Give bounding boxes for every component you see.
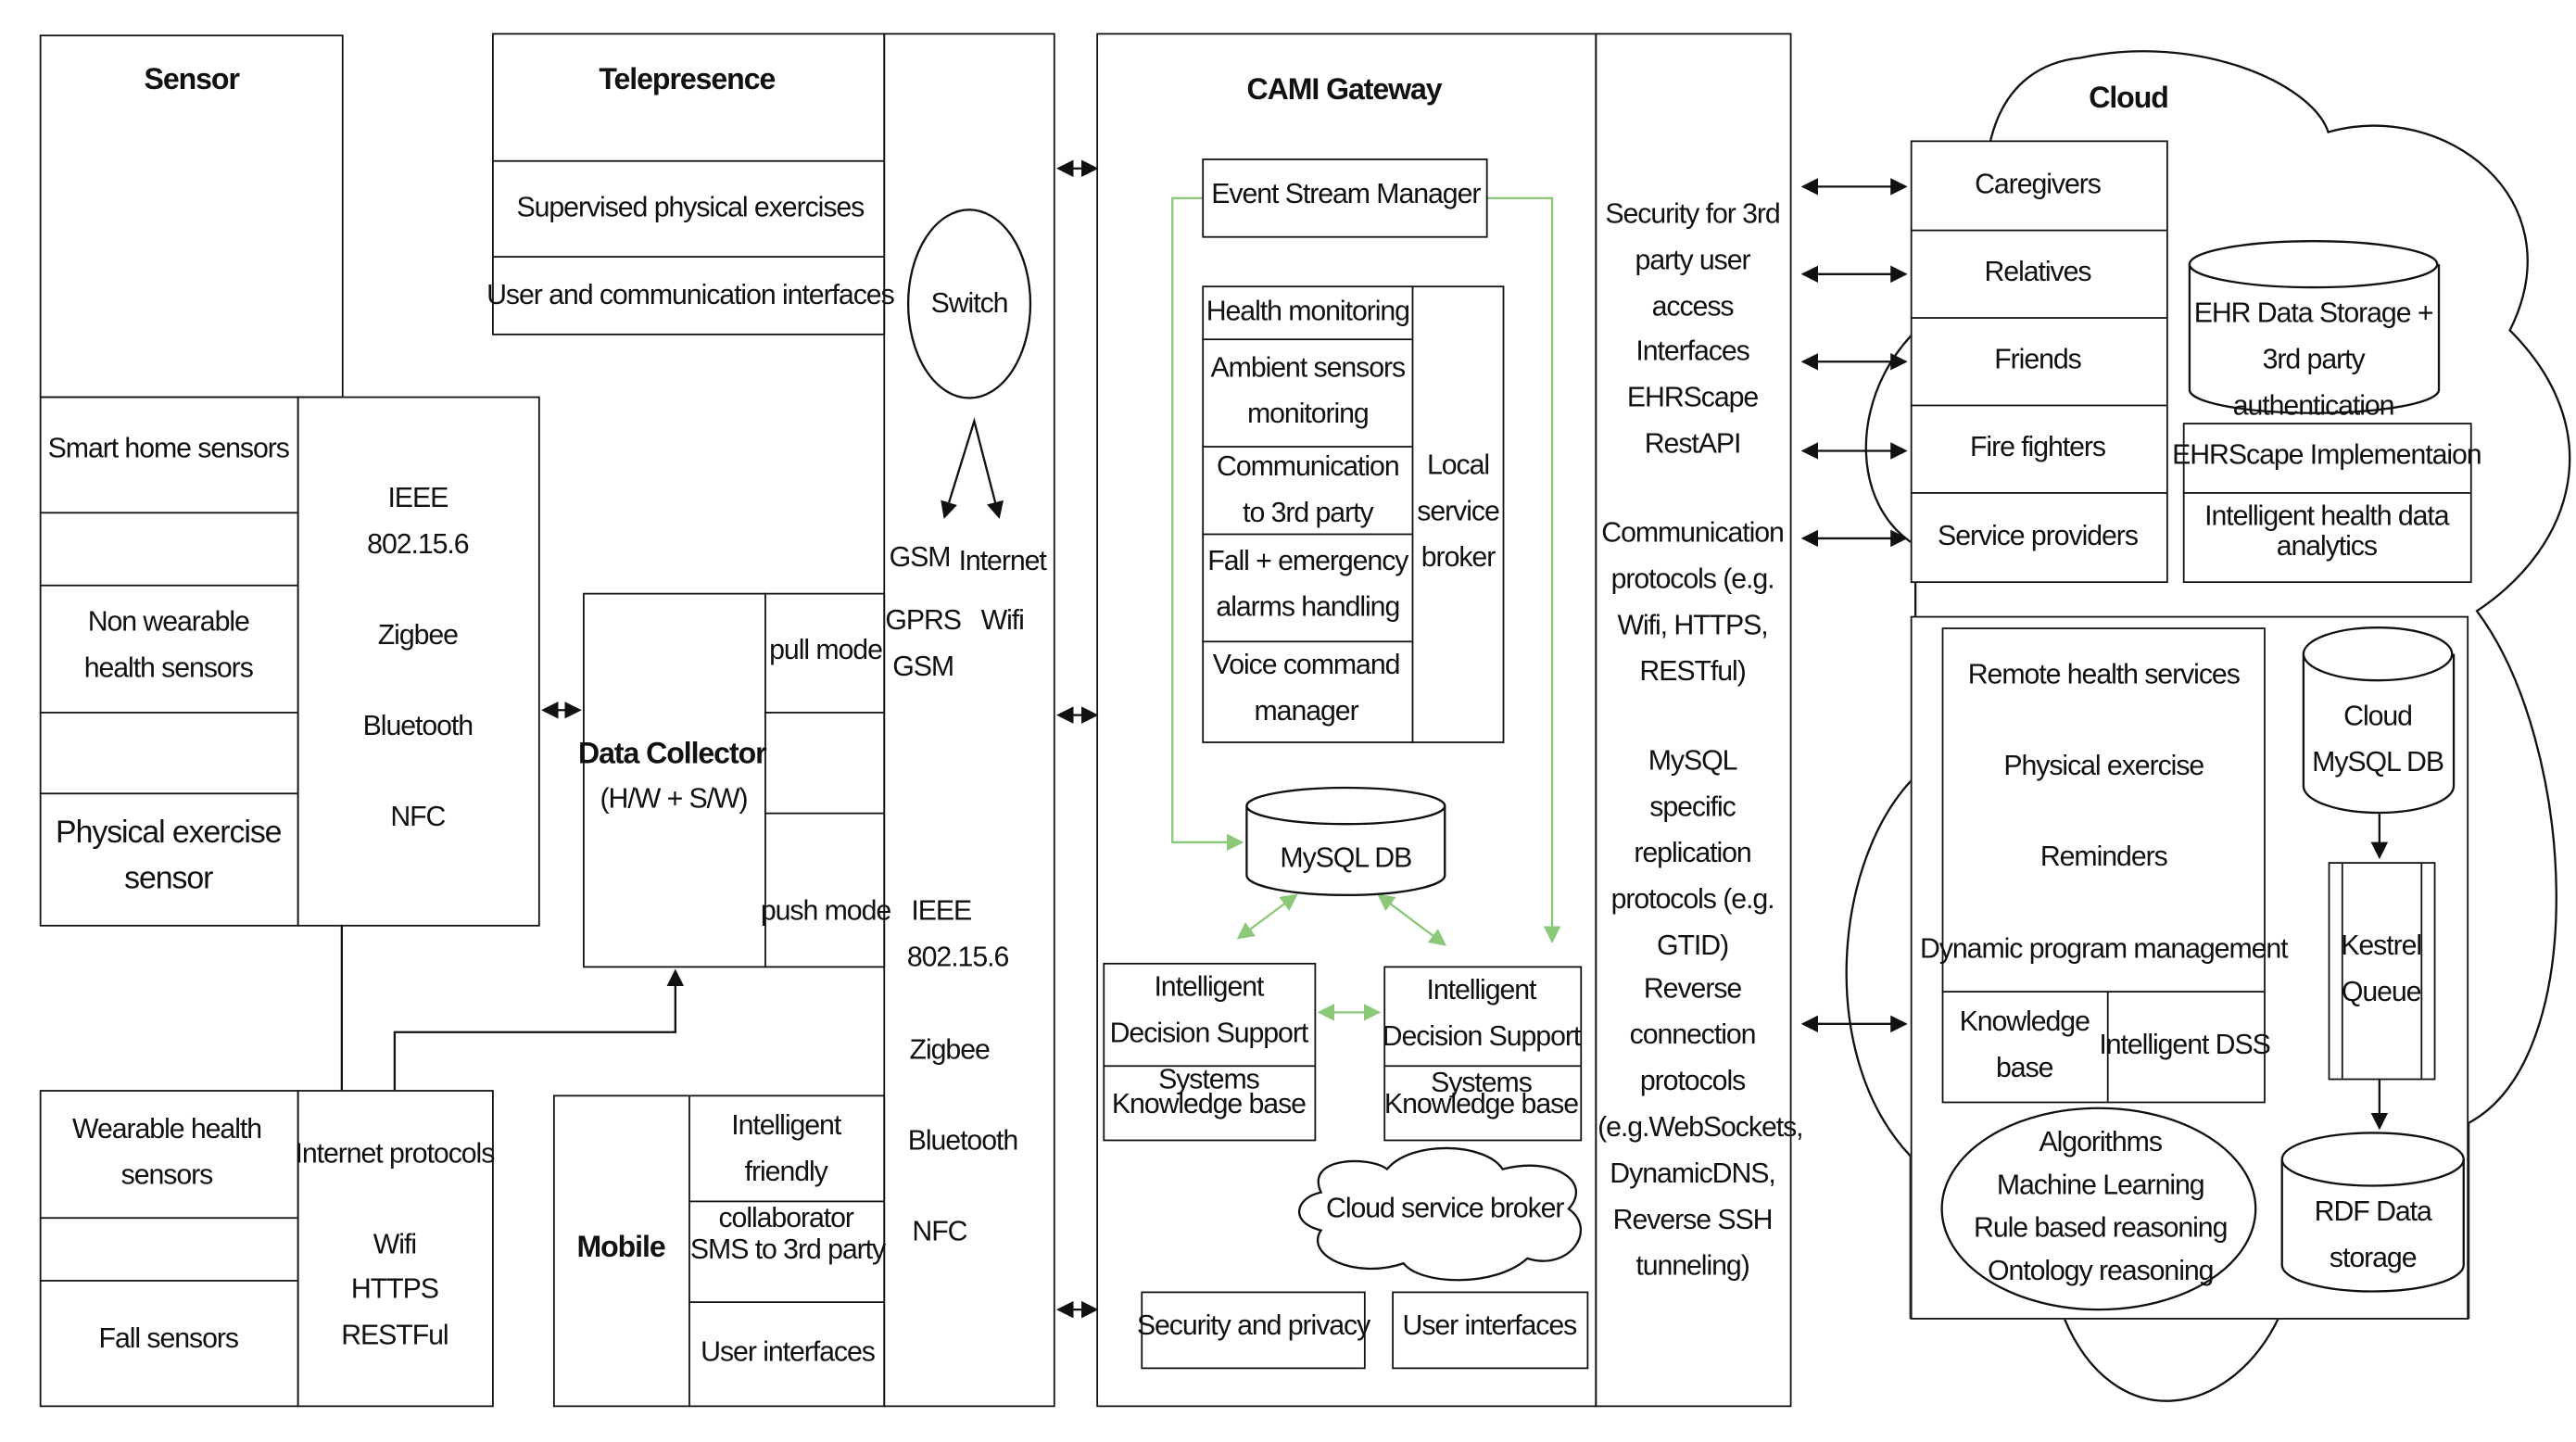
reminders: Reminders bbox=[2039, 841, 2168, 872]
rule-based-reasoning: Rule based reasoning bbox=[1974, 1211, 2228, 1244]
rdf-storage: RDF Data storage bbox=[2314, 1195, 2432, 1273]
remote-health-services: Remote health services bbox=[1967, 659, 2241, 690]
intelligent-dss: Intelligent DSS bbox=[2099, 1029, 2270, 1061]
algorithms: Algorithms bbox=[2039, 1126, 2162, 1158]
ontology-reasoning: Ontology reasoning bbox=[1987, 1255, 2215, 1287]
architecture-diagram: Sensor Smart home sensors Non wearable h… bbox=[0, 0, 2576, 1442]
cloud-knowledge-base: Knowledge base bbox=[1959, 1006, 2090, 1083]
kestrel-queue: Kestrel Queue bbox=[2341, 930, 2422, 1008]
cloud-physical-exercise: Physical exercise bbox=[2003, 750, 2204, 781]
dynamic-program-management: Dynamic program management bbox=[1920, 932, 2289, 965]
cloud-mysql-db: Cloud MySQL DB bbox=[2312, 700, 2444, 778]
machine-learning: Machine Learning bbox=[1996, 1169, 2205, 1201]
